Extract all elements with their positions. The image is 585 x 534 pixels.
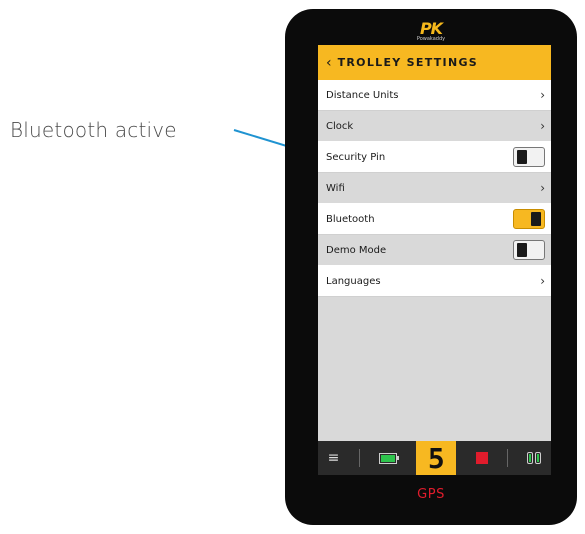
menu-icon[interactable]: ≡ [328,450,340,466]
bluetooth-toggle[interactable] [513,209,545,229]
battery-icon [379,452,400,464]
settings-item-demo-mode: Demo Mode [318,235,551,266]
chevron-right-icon: › [540,181,545,195]
divider [506,449,508,467]
toggle-knob [517,150,527,164]
settings-item-wifi[interactable]: Wifi › [318,173,551,204]
chevron-right-icon: › [540,119,545,133]
settings-item-label: Distance Units [326,89,399,101]
logo-mark: PK [419,18,443,38]
settings-item-security-pin: Security Pin [318,142,551,173]
speed-level-indicator[interactable]: 5 [416,441,457,475]
annotation-label: Bluetooth active [10,118,177,142]
battery-cell-icon [527,452,534,464]
battery-level [381,454,396,462]
page-title: TROLLEY SETTINGS [337,56,479,69]
settings-item-distance-units[interactable]: Distance Units › [318,80,551,111]
toggle-knob [531,212,541,226]
demo-mode-toggle[interactable] [513,240,545,260]
settings-item-languages[interactable]: Languages › [318,266,551,297]
battery-cell-level [529,454,532,462]
gps-mode-label: GPS [417,487,445,502]
logo-subtext: Powakaddy [416,35,446,42]
settings-item-bluetooth: Bluetooth [318,204,551,235]
settings-item-label: Wifi [326,182,345,194]
battery-cell-icon [535,452,542,464]
settings-item-label: Clock [326,120,354,132]
chevron-right-icon: › [540,88,545,102]
security-pin-toggle[interactable] [513,147,545,167]
bluetooth-battery-icon [527,452,542,464]
settings-item-label: Security Pin [326,151,386,163]
device-screen: ‹ TROLLEY SETTINGS Distance Units › Cloc… [318,45,551,475]
settings-item-label: Bluetooth [326,213,375,225]
back-icon[interactable]: ‹ [326,56,332,70]
battery-cell-level [537,454,540,462]
trolley-device: PK Powakaddy ‹ TROLLEY SETTINGS Distance… [285,9,577,525]
settings-item-label: Languages [326,275,381,287]
powakaddy-logo: PK Powakaddy [285,17,577,45]
settings-item-clock[interactable]: Clock › [318,111,551,142]
stop-icon[interactable] [475,452,488,464]
chevron-right-icon: › [540,274,545,288]
settings-header: ‹ TROLLEY SETTINGS [318,45,551,80]
toggle-knob [517,243,527,257]
divider [358,449,360,467]
bottom-status-bar: ≡ 5 [318,441,551,475]
settings-item-label: Demo Mode [326,244,387,256]
